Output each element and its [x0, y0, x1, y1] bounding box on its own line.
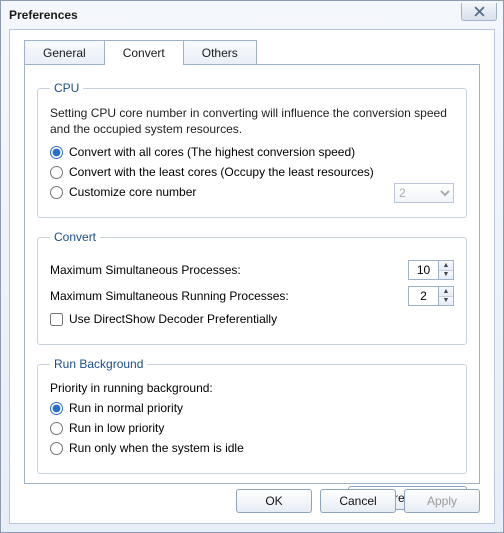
preferences-window: Preferences General Convert Others CPU S…	[0, 0, 504, 533]
radio-normal-row[interactable]: Run in normal priority	[50, 401, 454, 415]
directshow-checkbox[interactable]	[50, 313, 63, 326]
cancel-button[interactable]: Cancel	[320, 489, 396, 513]
client-area: General Convert Others CPU Setting CPU c…	[9, 29, 495, 524]
radio-normal-label: Run in normal priority	[69, 401, 183, 415]
radio-least-cores-label: Convert with the least cores (Occupy the…	[69, 165, 374, 179]
close-icon	[474, 6, 485, 17]
radio-custom-cores[interactable]	[50, 186, 63, 199]
max-run-value: 2	[409, 287, 438, 305]
group-cpu: CPU Setting CPU core number in convertin…	[37, 81, 467, 218]
radio-all-cores[interactable]	[50, 146, 63, 159]
group-run-background: Run Background Priority in running backg…	[37, 357, 467, 474]
runbg-heading: Priority in running background:	[50, 381, 454, 395]
directshow-label: Use DirectShow Decoder Preferentially	[69, 312, 277, 326]
group-convert: Convert Maximum Simultaneous Processes: …	[37, 230, 467, 345]
radio-least-cores-row[interactable]: Convert with the least cores (Occupy the…	[50, 165, 454, 179]
radio-normal[interactable]	[50, 402, 63, 415]
tab-general[interactable]: General	[24, 40, 105, 65]
max-run-spinner[interactable]: 2 ▲ ▼	[408, 286, 454, 306]
radio-all-cores-row[interactable]: Convert with all cores (The highest conv…	[50, 145, 454, 159]
group-convert-legend: Convert	[50, 230, 100, 244]
tabstrip: General Convert Others	[10, 30, 494, 65]
radio-low[interactable]	[50, 422, 63, 435]
radio-idle-row[interactable]: Run only when the system is idle	[50, 441, 454, 455]
titlebar: Preferences	[1, 1, 503, 29]
max-proc-down[interactable]: ▼	[439, 271, 453, 280]
core-count-select[interactable]: 2	[394, 183, 454, 203]
radio-low-row[interactable]: Run in low priority	[50, 421, 454, 435]
tab-others[interactable]: Others	[183, 40, 257, 65]
max-proc-spinner[interactable]: 10 ▲ ▼	[408, 260, 454, 280]
group-run-background-legend: Run Background	[50, 357, 147, 371]
max-proc-label: Maximum Simultaneous Processes:	[50, 263, 241, 277]
max-run-down[interactable]: ▼	[439, 297, 453, 306]
group-cpu-legend: CPU	[50, 81, 83, 95]
apply-button[interactable]: Apply	[404, 489, 480, 513]
radio-all-cores-label: Convert with all cores (The highest conv…	[69, 145, 355, 159]
max-proc-value: 10	[409, 261, 438, 279]
close-button[interactable]	[461, 3, 497, 21]
dialog-footer: OK Cancel Apply	[236, 489, 480, 513]
max-run-label: Maximum Simultaneous Running Processes:	[50, 289, 289, 303]
ok-button[interactable]: OK	[236, 489, 312, 513]
radio-least-cores[interactable]	[50, 166, 63, 179]
window-title: Preferences	[9, 8, 78, 22]
tab-convert[interactable]: Convert	[104, 40, 184, 65]
radio-idle-label: Run only when the system is idle	[69, 441, 244, 455]
max-run-up[interactable]: ▲	[439, 287, 453, 297]
max-proc-up[interactable]: ▲	[439, 261, 453, 271]
radio-idle[interactable]	[50, 442, 63, 455]
radio-low-label: Run in low priority	[69, 421, 164, 435]
radio-custom-cores-label: Customize core number	[69, 185, 196, 199]
directshow-row[interactable]: Use DirectShow Decoder Preferentially	[50, 312, 454, 326]
cpu-description: Setting CPU core number in converting wi…	[50, 105, 454, 137]
tabpage-convert: CPU Setting CPU core number in convertin…	[24, 64, 480, 484]
